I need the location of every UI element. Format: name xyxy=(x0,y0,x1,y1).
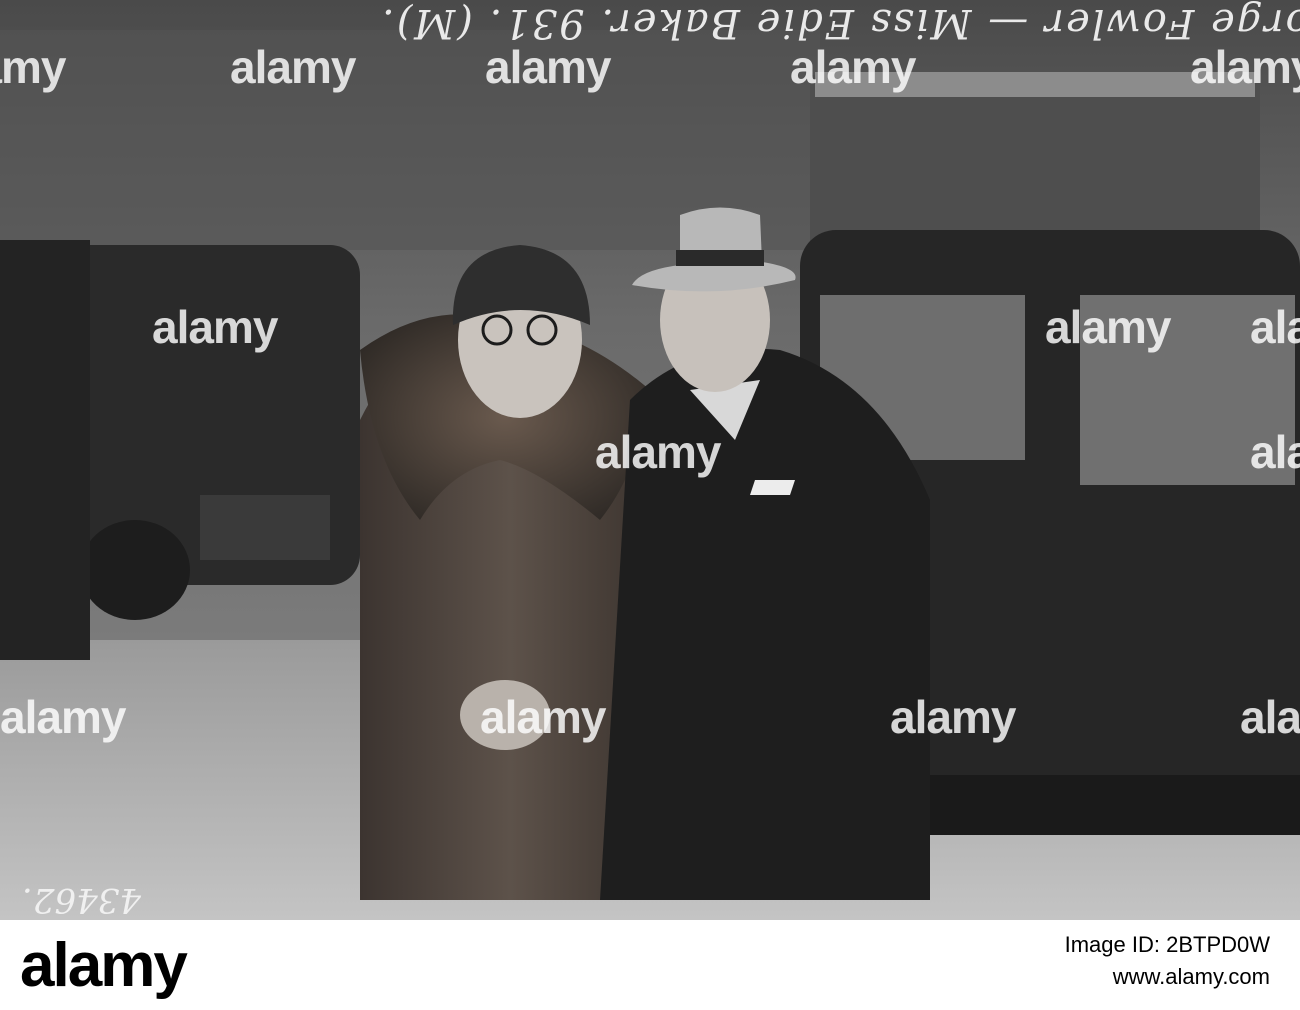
watermark: alamy xyxy=(1250,301,1300,353)
watermark: alamy xyxy=(230,41,356,93)
watermark: alamy xyxy=(1250,426,1300,478)
watermark: alamy xyxy=(0,41,66,93)
watermark: alamy xyxy=(890,691,1016,743)
watermark: alamy xyxy=(595,426,721,478)
watermark: alamy xyxy=(1190,41,1300,93)
watermark: alamy xyxy=(152,301,278,353)
watermark: alamy xyxy=(1045,301,1171,353)
watermark: alamy xyxy=(1240,691,1300,743)
image-meta: Image ID: 2BTPD0W www.alamy.com xyxy=(1065,932,1270,990)
photograph: Sir George Fowler — Miss Edie Baker. 931… xyxy=(0,0,1300,920)
negative-number: 43462. xyxy=(22,880,141,920)
image-id: Image ID: 2BTPD0W xyxy=(1064,932,1270,957)
watermark: alamy xyxy=(0,691,126,743)
footer-bar: alamy Image ID: 2BTPD0W www.alamy.com xyxy=(0,920,1300,1010)
watermark: alamy xyxy=(790,41,916,93)
alamy-logo: alamy xyxy=(20,931,188,1000)
site-url: www.alamy.com xyxy=(1112,964,1270,989)
watermark: alamy xyxy=(480,691,606,743)
watermark: alamy xyxy=(485,41,611,93)
